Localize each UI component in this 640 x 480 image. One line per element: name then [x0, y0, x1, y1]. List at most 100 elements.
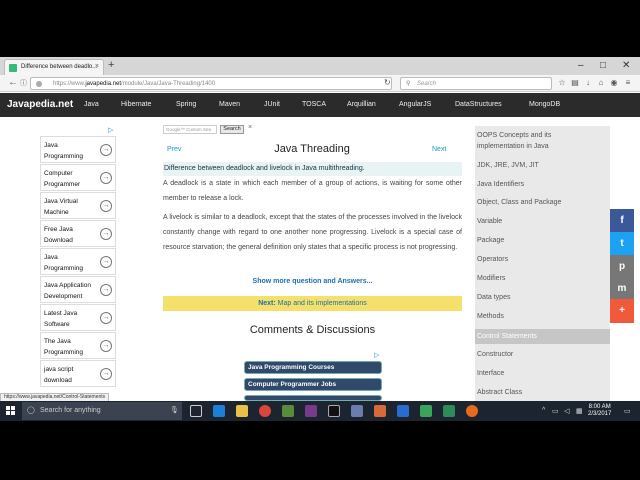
chrome-icon[interactable]: [259, 405, 271, 417]
microphone-icon[interactable]: 🎙: [170, 402, 179, 420]
menu-java[interactable]: Java: [84, 101, 99, 108]
prev-link[interactable]: Prev: [167, 146, 181, 153]
ad-link[interactable]: Java Virtual Machine →: [40, 192, 116, 219]
screen: Difference between deadlo... × + – □ ✕ ←…: [0, 0, 640, 480]
new-tab-button[interactable]: +: [108, 59, 114, 71]
address-bar[interactable]: https://www.javapedia.net/module/Java/Ja…: [30, 77, 392, 90]
library-icon[interactable]: ▤: [571, 79, 579, 87]
sidebar-item[interactable]: Abstract Class: [477, 387, 567, 398]
app-icon[interactable]: [305, 405, 317, 417]
next-topic-bar[interactable]: Next: Map and its implementations: [163, 296, 462, 311]
facebook-share-icon[interactable]: f: [610, 209, 634, 233]
custom-search-button[interactable]: Search: [220, 125, 244, 134]
sidebar-item[interactable]: Methods: [477, 311, 567, 322]
download-icon[interactable]: ↓: [584, 79, 592, 87]
maximize-icon[interactable]: □: [600, 60, 606, 71]
notification-icon[interactable]: ▭: [624, 407, 631, 415]
ad-label: Java Virtual Machine: [44, 198, 78, 216]
ad-link[interactable]: Latest Java Software →: [40, 304, 116, 331]
browser-tab[interactable]: Difference between deadlo... ×: [4, 59, 104, 75]
close-window-icon[interactable]: ✕: [622, 60, 630, 71]
info-icon[interactable]: ⓘ: [20, 78, 27, 88]
pocket-icon[interactable]: ◉: [610, 79, 618, 87]
email-share-icon[interactable]: m: [610, 277, 634, 301]
menu-spring[interactable]: Spring: [176, 101, 196, 108]
tray-chevron-icon[interactable]: ^: [542, 407, 545, 414]
app-icon[interactable]: [420, 405, 432, 417]
ad-link[interactable]: Java Application Development →: [40, 276, 116, 303]
ad-link[interactable]: Free Java Download →: [40, 220, 116, 247]
app-icon[interactable]: [351, 405, 363, 417]
arrow-right-icon: →: [100, 284, 112, 296]
ad-link[interactable]: Java Programming →: [40, 136, 116, 163]
menu-tosca[interactable]: TOSCA: [302, 101, 326, 108]
taskbar-search[interactable]: ◯ Search for anything 🎙: [22, 402, 182, 420]
firefox-icon[interactable]: [466, 405, 478, 417]
site-logo[interactable]: Javapedia.net: [7, 99, 73, 110]
ad-link[interactable]: Java Programming →: [40, 248, 116, 275]
bottom-ad-link[interactable]: Java Programming Courses: [244, 361, 382, 374]
menu-angularjs[interactable]: AngularJS: [399, 101, 431, 108]
arrow-right-icon: →: [100, 200, 112, 212]
search-bar[interactable]: ⚲ Search: [400, 77, 552, 90]
sidebar-item[interactable]: Java Identifiers: [477, 179, 567, 190]
menu-maven[interactable]: Maven: [219, 101, 240, 108]
ad-label: Java Application Development: [44, 282, 91, 300]
menu-datastructures[interactable]: DataStructures: [455, 101, 502, 108]
reload-icon[interactable]: ↻: [384, 78, 391, 87]
print-share-icon[interactable]: p: [610, 255, 634, 279]
arrow-right-icon: →: [100, 368, 112, 380]
bookmark-star-icon[interactable]: ☆: [558, 79, 566, 87]
adchoices-icon[interactable]: ▷: [374, 351, 379, 359]
search-icon: ◯: [27, 407, 35, 414]
home-icon[interactable]: ⌂: [597, 79, 605, 87]
ad-link[interactable]: The Java Programming →: [40, 332, 116, 359]
file-explorer-icon[interactable]: [236, 405, 248, 417]
answer-paragraph-1: A deadlock is a state in which each memb…: [163, 180, 462, 202]
back-icon[interactable]: ←: [8, 77, 18, 88]
adchoices-icon[interactable]: ▷: [108, 126, 113, 134]
sidebar-item[interactable]: Object, Class and Package: [477, 197, 567, 208]
app-icon[interactable]: [443, 405, 455, 417]
sidebar-item[interactable]: Constructor: [477, 349, 567, 360]
windows-taskbar: ◯ Search for anything 🎙 ^ ▭ ◁ ▦ 8:00 AM …: [0, 401, 640, 421]
tab-close-icon[interactable]: ×: [95, 63, 99, 70]
menu-mongodb[interactable]: MongoDB: [529, 101, 560, 108]
sidebar-item[interactable]: Package: [477, 235, 567, 246]
volume-icon[interactable]: ◁: [564, 407, 569, 415]
minimize-icon[interactable]: –: [578, 60, 584, 71]
show-more-link[interactable]: Show more question and Answers...: [163, 278, 462, 285]
edge-icon[interactable]: [213, 405, 225, 417]
custom-search-input[interactable]: Google™ Custom Sea: [163, 125, 217, 134]
ad-label: Java Programming: [44, 142, 84, 160]
menu-junit[interactable]: JUnit: [264, 101, 280, 108]
navigation-bar: ← ⓘ https://www.javapedia.net/module/Jav…: [0, 75, 640, 92]
task-view-icon[interactable]: [190, 405, 202, 417]
clear-search-icon[interactable]: ×: [248, 124, 252, 131]
sidebar-item[interactable]: Variable: [477, 216, 567, 227]
sidebar-item[interactable]: Operators: [477, 254, 567, 265]
ad-link[interactable]: java script download →: [40, 360, 116, 387]
menu-hibernate[interactable]: Hibernate: [121, 101, 151, 108]
sidebar-item[interactable]: OOPS Concepts and its implementation in …: [477, 130, 567, 152]
keyboard-icon[interactable]: ▦: [576, 407, 583, 415]
twitter-share-icon[interactable]: t: [610, 232, 634, 256]
system-clock[interactable]: 8:00 AM 2/3/2017: [588, 404, 611, 418]
network-icon[interactable]: ▭: [552, 407, 559, 415]
sidebar-item-active[interactable]: Control Statements: [477, 331, 567, 342]
sidebar-item[interactable]: Modifiers: [477, 273, 567, 284]
windows-start-icon[interactable]: [6, 406, 16, 416]
sidebar-item[interactable]: Interface: [477, 368, 567, 379]
sidebar-item[interactable]: JDK, JRE, JVM, JIT: [477, 160, 567, 171]
app-icon[interactable]: [282, 405, 294, 417]
next-link[interactable]: Next: [432, 146, 446, 153]
bottom-ad-link[interactable]: Computer Programmer Jobs: [244, 378, 382, 391]
terminal-icon[interactable]: [328, 405, 340, 417]
sidebar-item[interactable]: Data types: [477, 292, 567, 303]
menu-icon[interactable]: ≡: [624, 79, 632, 87]
menu-arquillian[interactable]: Arquillian: [347, 101, 376, 108]
app-icon[interactable]: [374, 405, 386, 417]
visual-studio-icon[interactable]: [397, 405, 409, 417]
ad-link[interactable]: Computer Programmer →: [40, 164, 116, 191]
more-share-icon[interactable]: +: [610, 299, 634, 323]
